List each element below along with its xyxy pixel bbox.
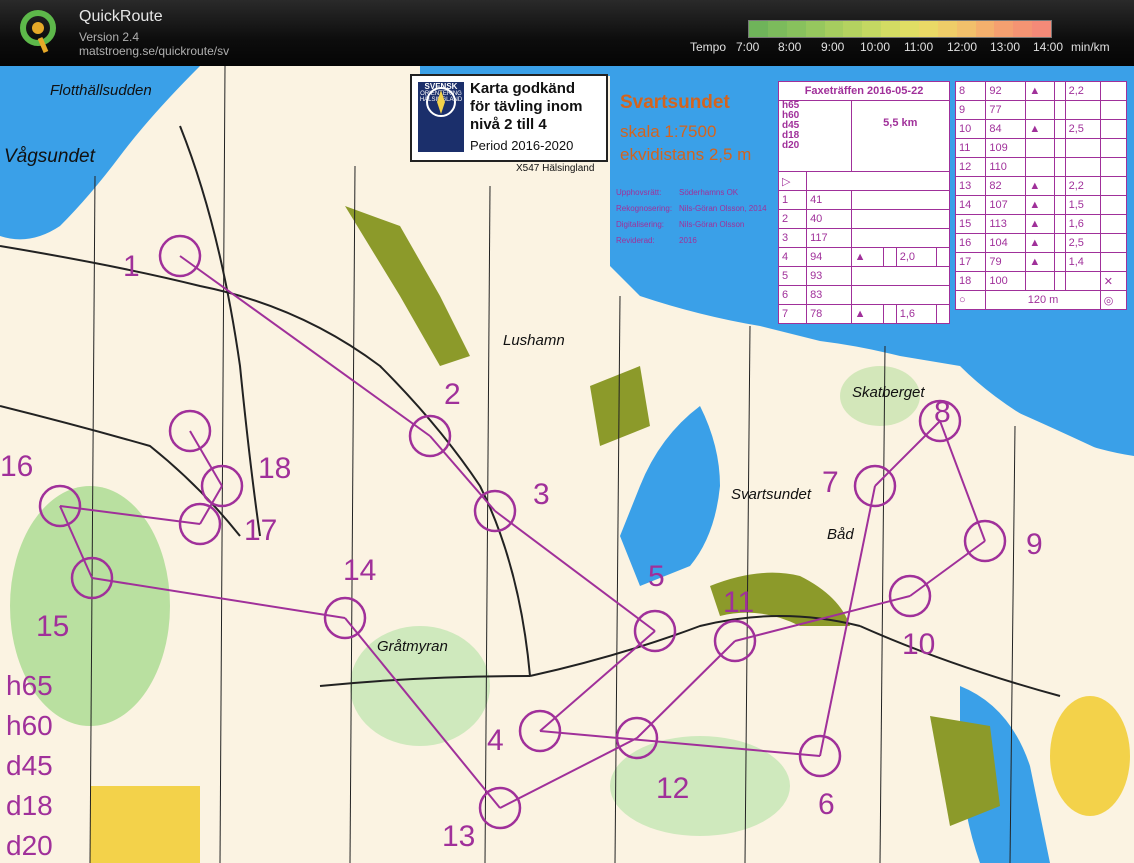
control-number: 5	[648, 560, 665, 593]
course-class: h65	[6, 670, 53, 701]
control-number: 9	[1026, 528, 1043, 561]
quickroute-header: QuickRoute Version 2.4 matstroeng.se/qui…	[0, 0, 1134, 66]
approval-period: Period 2016-2020	[470, 138, 574, 153]
course-class: d20	[6, 830, 53, 861]
map-scale: skala 1:7500	[620, 122, 717, 141]
control-number: 7	[822, 466, 839, 499]
tempo-tick: 10:00	[860, 40, 891, 54]
tempo-tick: 9:00	[821, 40, 845, 54]
svensk-orientering-logo: SVENSK ORIENTERING HÄLSINGLAND	[418, 82, 464, 152]
tempo-tick: 12:00	[947, 40, 978, 54]
course-class: h60	[6, 710, 53, 741]
control-number: 16	[0, 450, 34, 483]
app-url[interactable]: matstroeng.se/quickroute/sv	[79, 44, 229, 58]
place-name: Skatberget	[852, 384, 925, 401]
control-number: 15	[36, 610, 70, 643]
place-name: Flotthällsudden	[50, 82, 152, 99]
approval-line: nivå 2 till 4	[470, 116, 547, 133]
map-approval-box: SVENSK ORIENTERING HÄLSINGLAND Karta god…	[410, 74, 608, 162]
control-number: 10	[902, 628, 936, 661]
control-description-right: 8 92 ▲ 2,2 9 77 10 84 ▲ 2,5 11 109 12 110 13 82 ▲ 2,…	[954, 81, 1128, 310]
control-number: 6	[818, 788, 835, 821]
tempo-tick: 8:00	[778, 40, 802, 54]
control-number: 4	[487, 724, 504, 757]
place-name: Lushamn	[503, 332, 565, 349]
approval-line: Karta godkänd	[470, 80, 576, 97]
approval-line: för tävling inom	[470, 98, 583, 115]
place-name: Svartsundet	[731, 486, 812, 503]
map-equidistance: ekvidistans 2,5 m	[620, 145, 752, 164]
control-description-left: Faxeträffen 2016-05-22 h65 h60 d45 d18 d20…	[777, 81, 951, 324]
orienteering-map[interactable]: Flotthällsudden Vågsundet Lushamn Skatbe…	[0, 66, 1134, 863]
control-number: 3	[533, 478, 550, 511]
place-name: Vågsundet	[4, 146, 95, 167]
control-number: 11	[723, 586, 755, 619]
map-code: X547 Hälsingland	[516, 163, 595, 174]
control-number: 1	[123, 250, 140, 283]
place-name: Båd	[827, 526, 854, 543]
control-number: 17	[244, 514, 278, 547]
tempo-tick: 14:00	[1033, 40, 1064, 54]
map-title: Svartsundet	[620, 92, 730, 113]
tempo-color-scale	[748, 20, 1052, 38]
control-number: 14	[343, 554, 377, 587]
app-version: Version 2.4	[79, 30, 140, 44]
course-class: d45	[6, 750, 53, 781]
control-number: 18	[258, 452, 292, 485]
control-number: 2	[444, 378, 461, 411]
tempo-unit: min/km	[1071, 40, 1110, 54]
app-name: QuickRoute	[79, 8, 163, 25]
tempo-tick: 11:00	[904, 40, 934, 54]
control-number: 13	[442, 820, 476, 853]
tempo-tick: 7:00	[736, 40, 760, 54]
compass-icon	[426, 87, 456, 117]
place-name: Gråtmyran	[377, 638, 448, 655]
course-class: d18	[6, 790, 53, 821]
tempo-tick: 13:00	[990, 40, 1021, 54]
quickroute-logo-icon	[20, 10, 56, 53]
control-number: 12	[656, 772, 690, 805]
tempo-label: Tempo	[690, 40, 727, 54]
control-number: 8	[934, 396, 951, 429]
